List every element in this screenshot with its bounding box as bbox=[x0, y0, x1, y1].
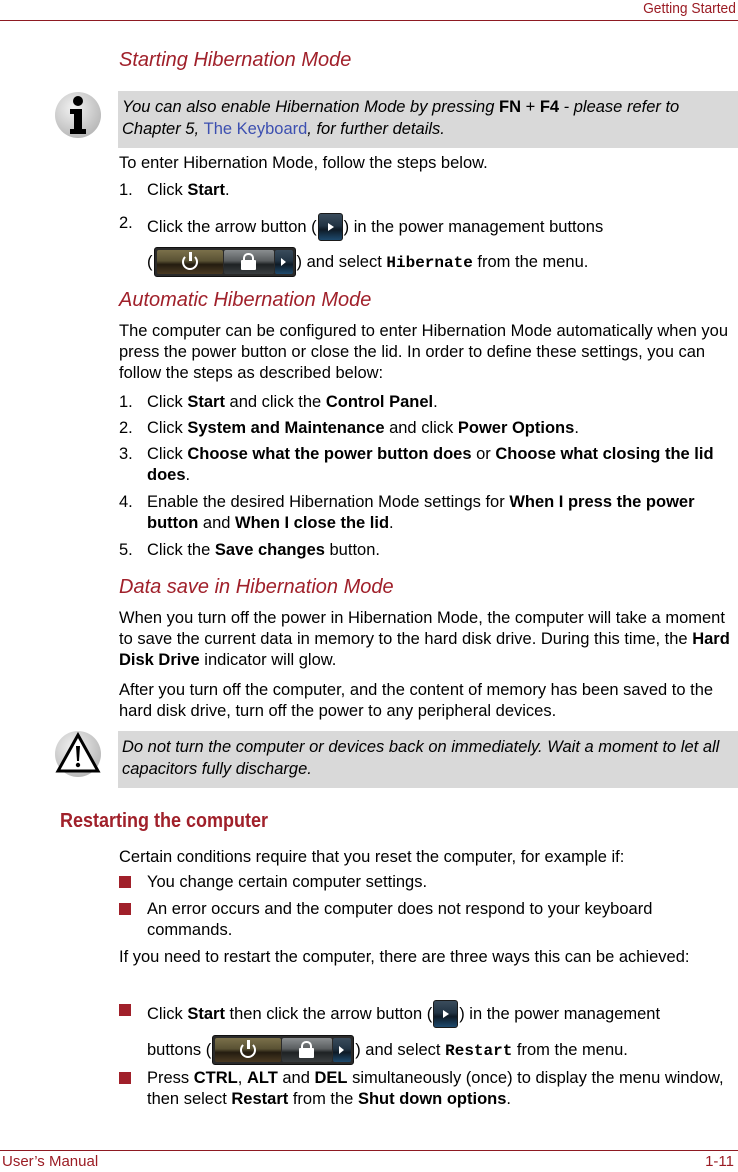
lock-icon bbox=[223, 250, 274, 274]
page-number: 1-11 bbox=[705, 1153, 734, 1170]
arrow-icon bbox=[333, 1038, 352, 1062]
bullet-square-icon bbox=[119, 1072, 131, 1084]
section-heading-automatic: Automatic Hibernation Mode bbox=[119, 289, 372, 311]
caution-box: Do not turn the computer or devices back… bbox=[118, 731, 738, 788]
power-management-buttons-icon bbox=[212, 1035, 355, 1065]
arrow-button-icon bbox=[433, 1000, 459, 1028]
data-save-paragraph-1: When you turn off the power in Hibernati… bbox=[119, 609, 730, 669]
warning-icon bbox=[55, 731, 101, 777]
footer-rule bbox=[0, 1150, 738, 1151]
bullet-square-icon bbox=[119, 903, 131, 915]
bullet-square-icon bbox=[119, 1004, 131, 1016]
section-heading-restarting: Restarting the computer bbox=[60, 810, 269, 832]
data-save-paragraph-2: After you turn off the computer, and the… bbox=[119, 681, 714, 720]
power-icon bbox=[156, 250, 223, 274]
bullet-square-icon bbox=[119, 876, 131, 888]
power-management-buttons-icon bbox=[153, 247, 296, 277]
info-icon bbox=[55, 92, 101, 138]
lock-icon bbox=[282, 1038, 333, 1062]
automatic-intro: The computer can be configured to enter … bbox=[119, 322, 729, 382]
restart-intro: Certain conditions require that you rese… bbox=[119, 848, 625, 866]
intro-paragraph: To enter Hibernation Mode, follow the st… bbox=[119, 154, 488, 172]
header-rule bbox=[0, 20, 738, 21]
section-heading-data-save: Data save in Hibernation Mode bbox=[119, 576, 394, 598]
running-header: Getting Started bbox=[643, 0, 736, 17]
section-heading-starting: Starting Hibernation Mode bbox=[119, 49, 352, 71]
arrow-button-icon bbox=[317, 213, 343, 241]
ways-intro: If you need to restart the computer, the… bbox=[119, 948, 690, 966]
arrow-icon bbox=[274, 250, 293, 274]
note-box-fn-f4: You can also enable Hibernation Mode by … bbox=[118, 91, 738, 148]
link-the-keyboard[interactable]: The Keyboard bbox=[204, 120, 308, 138]
footer-manual-title: User’s Manual bbox=[2, 1153, 99, 1170]
power-icon bbox=[215, 1038, 282, 1062]
